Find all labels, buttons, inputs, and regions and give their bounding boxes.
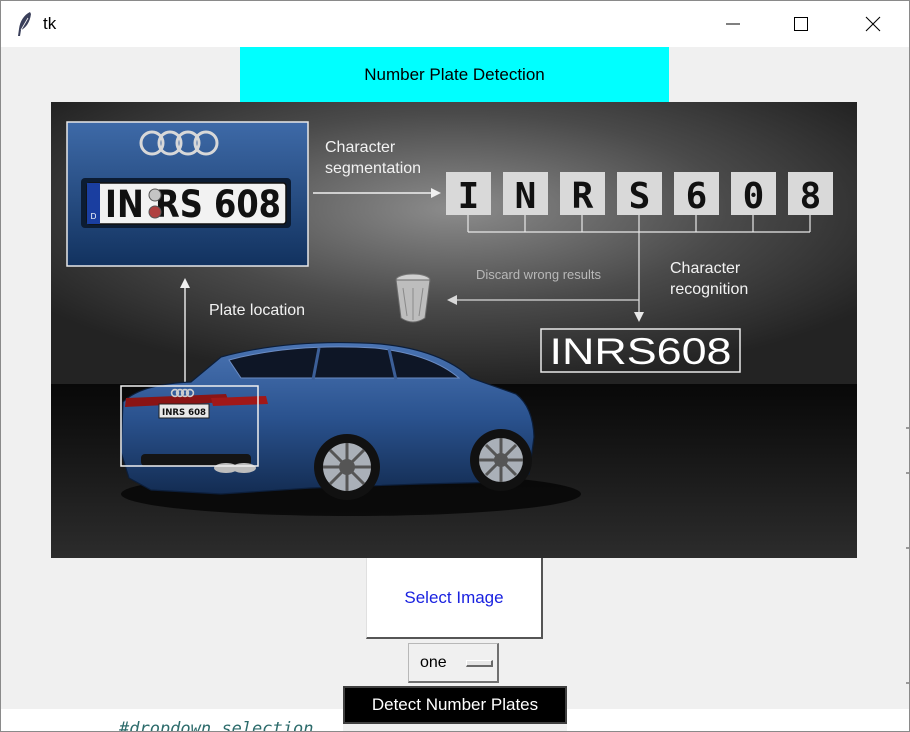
option-dropdown[interactable]: one [408, 643, 499, 683]
recognized-result-box: INRS608 [540, 328, 741, 373]
background-code-line: #dropdown selection [119, 719, 314, 732]
front-wheel [470, 429, 532, 491]
recognition-label-line2: recognition [670, 281, 748, 298]
recycle-bin-icon [395, 273, 431, 323]
client-area: Number Plate Detection D IN RS 608 Chara… [1, 47, 909, 732]
maximize-button[interactable] [767, 1, 835, 47]
char-box: 6 [674, 172, 719, 217]
background-window-strip [567, 709, 909, 731]
recognition-label-line1: Character [670, 260, 741, 277]
dropdown-selected-value: one [420, 654, 447, 671]
illustration-canvas: D IN RS 608 Character segmentation I N R… [51, 102, 857, 558]
minimize-icon [726, 23, 740, 25]
title-bar[interactable]: tk [1, 1, 909, 47]
car-plate-text: INRS 608 [162, 408, 206, 418]
select-image-button[interactable]: Select Image [366, 558, 543, 639]
char-box: 0 [731, 172, 776, 217]
closeup-country-code: D [91, 212, 97, 221]
window-title: tk [43, 14, 57, 33]
char-glyph: R [572, 176, 594, 217]
char-box: I [446, 172, 491, 217]
segmentation-label-line1: Character [325, 139, 396, 156]
anpr-illustration-image: D IN RS 608 Character segmentation I N R… [51, 102, 857, 558]
char-box: 8 [788, 172, 833, 217]
discard-label: Discard wrong results [476, 267, 601, 282]
segmentation-label-line2: segmentation [325, 160, 421, 177]
char-glyph: I [458, 176, 480, 217]
char-glyph: 0 [743, 176, 765, 217]
rear-wheel [314, 434, 380, 500]
app-heading: Number Plate Detection [240, 47, 669, 102]
plate-closeup: D IN RS 608 [66, 121, 309, 267]
close-icon [865, 16, 881, 32]
tk-window: tk Number Plate Detection D IN RS 608 Ch… [0, 0, 910, 732]
option-menu-indicator-icon [466, 660, 493, 667]
background-window-edge [906, 427, 909, 731]
char-glyph: S [629, 176, 651, 217]
char-glyph: 8 [800, 176, 822, 217]
tk-feather-icon [18, 12, 31, 36]
closeup-plate-text: IN RS 608 [105, 183, 281, 226]
close-button[interactable] [839, 1, 907, 47]
recognized-plate-text: INRS608 [550, 331, 732, 372]
char-box: N [503, 172, 548, 217]
char-box: R [560, 172, 605, 217]
char-box: S [617, 172, 662, 217]
char-glyph: 6 [686, 176, 708, 217]
plate-location-label: Plate location [209, 302, 305, 319]
detect-number-plates-button[interactable]: Detect Number Plates [343, 686, 567, 724]
char-glyph: N [515, 176, 537, 217]
minimize-button[interactable] [699, 1, 767, 47]
segmented-characters: I N R S 6 0 8 [446, 172, 833, 217]
maximize-icon [794, 17, 808, 31]
